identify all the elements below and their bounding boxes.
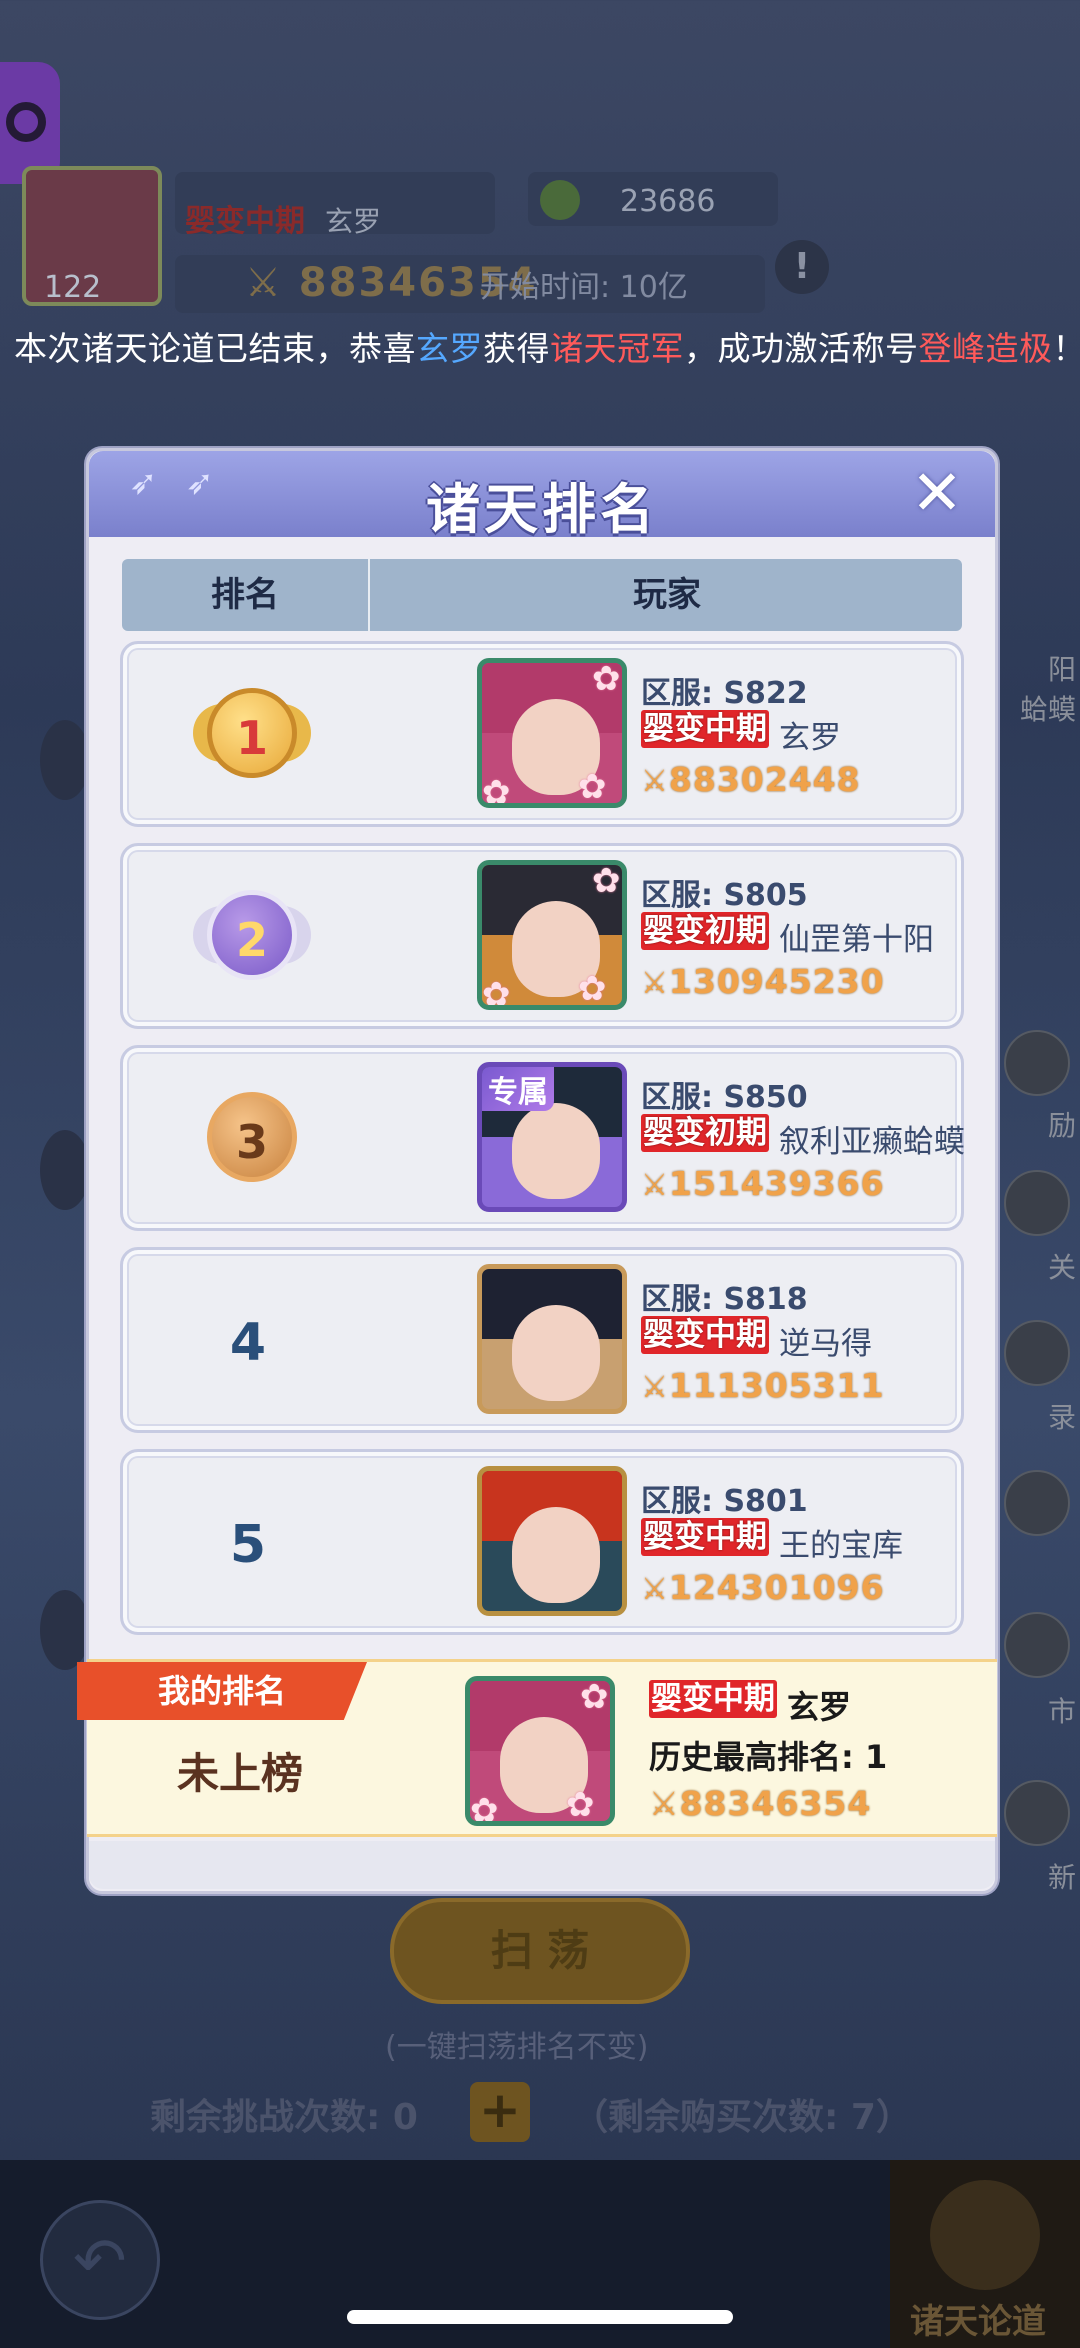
player-avatar[interactable] <box>477 1466 627 1616</box>
silver-medal-icon: 2 <box>193 876 311 994</box>
remaining-challenges: 剩余挑战次数: 0 <box>150 2097 418 2138</box>
ranking-row[interactable]: 2 ✿ ✿ ✿ 区服: S805 婴变初期 仙罡第十阳 ⚔130945230 <box>120 843 964 1029</box>
player-avatar[interactable]: 专属 <box>477 1062 627 1212</box>
realm-badge: 婴变初期 <box>641 912 769 950</box>
crossed-swords-icon: ⚔ <box>641 1168 669 1203</box>
announce-player: 玄罗 <box>416 329 483 368</box>
mode-emblem-icon <box>930 2180 1040 2290</box>
ranking-row[interactable]: 5 区服: S801 婴变中期 王的宝库 ⚔124301096 <box>120 1449 964 1635</box>
header-player: 玩家 <box>633 575 701 615</box>
ranking-row[interactable]: 1 ✿ ✿ ✿ 区服: S822 婴变中期 玄罗 ⚔88302448 <box>120 641 964 827</box>
player-power: ⚔151439366 <box>641 1164 885 1203</box>
side-label: 市 <box>1047 1695 1076 1728</box>
player-server: 区服: S805 <box>641 878 808 913</box>
player-avatar[interactable]: ✿ ✿ ✿ <box>477 658 627 808</box>
player-server: 区服: S801 <box>641 1484 808 1519</box>
my-best-rank: 历史最高排名: 1 <box>649 1738 888 1776</box>
crossed-swords-icon: ⚔ <box>641 966 669 1001</box>
player-avatar[interactable]: ✿ ✿ ✿ <box>477 860 627 1010</box>
gold-medal-icon: 1 <box>193 674 311 792</box>
player-server: 区服: S818 <box>641 1282 808 1317</box>
side-button-5[interactable] <box>1004 1612 1070 1678</box>
player-realm: 婴变中期 <box>185 204 305 239</box>
start-time: 开始时间: 10亿 <box>480 270 688 305</box>
table-header: 排名 玩家 <box>122 559 962 631</box>
my-name: 玄罗 <box>787 1688 852 1726</box>
crossed-swords-icon: ⚔ <box>641 1370 669 1405</box>
back-arrow-icon: ↶ <box>73 2225 127 2299</box>
my-avatar[interactable]: ✿ ✿ ✿ <box>465 1676 615 1826</box>
announce-title: 登峰造极 <box>918 329 1053 368</box>
side-label: 蛤蟆 <box>1019 693 1076 726</box>
my-rank-status: 未上榜 <box>177 1749 304 1798</box>
player-server: 区服: S850 <box>641 1080 808 1115</box>
side-label: 录 <box>1047 1401 1076 1434</box>
realm-badge: 婴变中期 <box>641 710 769 748</box>
corner-mode-button[interactable]: 诸天论道 <box>890 2160 1080 2348</box>
ranking-modal: ➶➶ 诸天排名 ✕ 排名 玩家 1 ✿ ✿ ✿ 区服: S822 婴变中期 玄罗… <box>77 448 998 1894</box>
back-button[interactable]: ↶ <box>40 2200 160 2320</box>
close-icon[interactable]: ✕ <box>905 462 969 527</box>
realm-badge: 婴变中期 <box>641 1518 769 1556</box>
side-button-1[interactable] <box>1004 1030 1070 1096</box>
player-name: 王的宝库 <box>779 1528 903 1564</box>
rank-number: 4 <box>229 1313 267 1373</box>
rank-number: 5 <box>229 1515 267 1575</box>
header-rank: 排名 <box>122 559 370 631</box>
player-name: 玄罗 <box>325 205 382 238</box>
corner-label: 诸天论道 <box>910 2302 1046 2342</box>
add-challenge-button[interactable]: + <box>470 2082 530 2142</box>
sweep-button[interactable]: 扫 荡 <box>390 1898 690 2004</box>
side-button-4[interactable] <box>1004 1470 1070 1536</box>
crossed-swords-icon: ⚔ <box>649 1784 680 1823</box>
player-level: 122 <box>44 270 102 305</box>
bronze-medal-icon: 3 <box>193 1078 311 1196</box>
announcement-text: 本次诸天论道已结束，恭喜玄罗获得诸天冠军，成功激活称号登峰造极！ <box>14 329 1080 368</box>
modal-footer <box>89 1841 995 1889</box>
home-indicator[interactable] <box>347 2310 733 2324</box>
modal-title: 诸天排名 <box>426 478 658 541</box>
info-icon[interactable]: ! <box>775 240 829 294</box>
player-name: 玄罗 <box>779 720 841 756</box>
side-button-2[interactable] <box>1004 1170 1070 1236</box>
remaining-buys: （剩余购买次数: 7） <box>572 2097 912 2138</box>
player-power: ⚔111305311 <box>641 1366 885 1405</box>
player-name: 逆马得 <box>779 1326 872 1362</box>
realm-badge: 婴变初期 <box>641 1114 769 1152</box>
side-label: 关 <box>1047 1251 1076 1284</box>
ranking-row[interactable]: 4 区服: S818 婴变中期 逆马得 ⚔111305311 <box>120 1247 964 1433</box>
player-server: 区服: S822 <box>641 676 808 711</box>
coin-count: 23686 <box>620 184 716 219</box>
player-name: 叙利亚癞蛤蟆 <box>779 1124 965 1160</box>
announce-award: 诸天冠军 <box>550 329 684 368</box>
side-button-3[interactable] <box>1004 1320 1070 1386</box>
player-power: ⚔88302448 <box>641 760 861 799</box>
side-label: 阳 <box>1047 653 1076 686</box>
side-label: 新 <box>1047 1861 1076 1894</box>
player-power: ⚔124301096 <box>641 1568 885 1607</box>
coin-icon <box>540 180 580 220</box>
sweep-note: (一键扫荡排名不变) <box>385 2030 649 2065</box>
exclusive-tag: 专属 <box>482 1067 554 1111</box>
player-power: ⚔130945230 <box>641 962 885 1001</box>
realm-badge: 婴变中期 <box>641 1316 769 1354</box>
ranking-row[interactable]: 3 专属 区服: S850 婴变初期 叙利亚癞蛤蟆 ⚔151439366 <box>120 1045 965 1231</box>
my-rank-section: 我的排名 未上榜 ✿ ✿ ✿ 婴变中期 玄罗 历史最高排名: 1 ⚔883463… <box>77 1659 997 1837</box>
player-avatar[interactable] <box>477 1264 627 1414</box>
crossed-swords-icon: ⚔ <box>641 764 669 799</box>
my-rank-ribbon: 我的排名 <box>77 1662 367 1720</box>
realm-badge: 婴变中期 <box>649 1680 777 1718</box>
crossed-swords-icon: ⚔ <box>641 1572 669 1607</box>
player-name: 仙罡第十阳 <box>779 922 934 958</box>
my-power: ⚔88346354 <box>649 1784 872 1823</box>
side-label: 励 <box>1047 1109 1076 1142</box>
side-button-6[interactable] <box>1004 1780 1070 1846</box>
